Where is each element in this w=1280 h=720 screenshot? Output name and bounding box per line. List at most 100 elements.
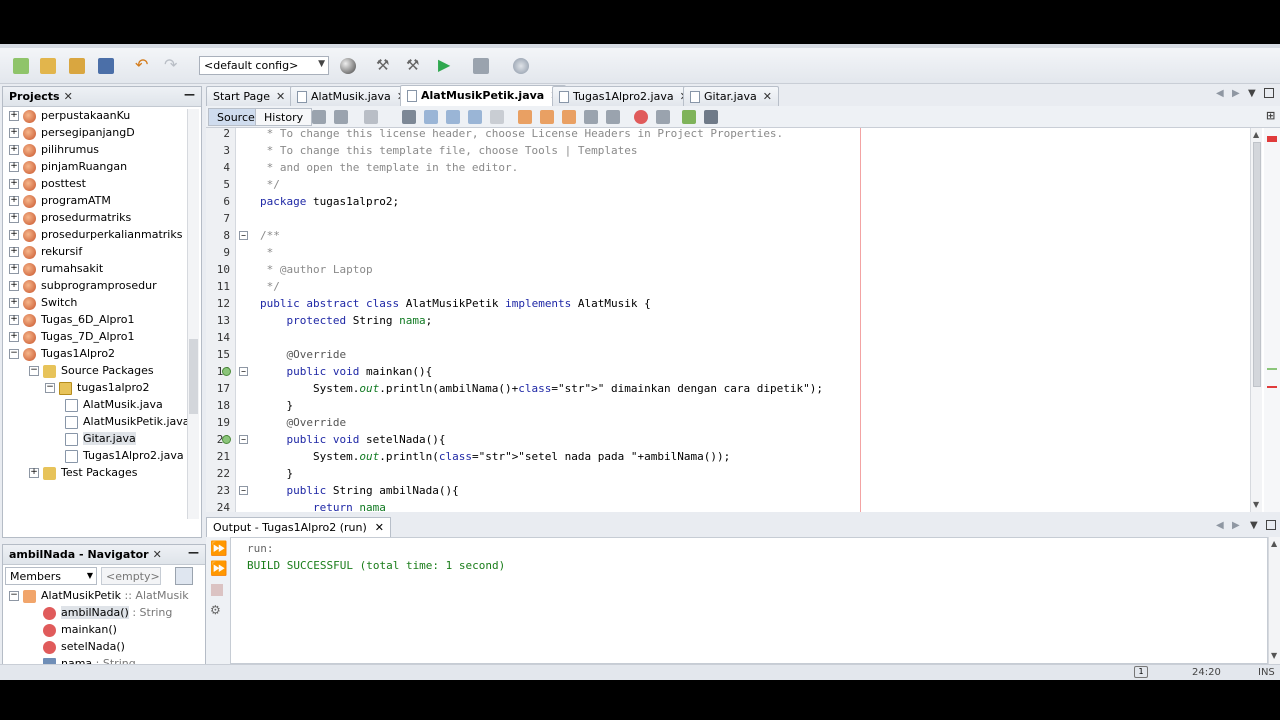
uncomment-icon[interactable] [704,110,718,124]
code-line[interactable]: 24 return nama [206,499,1268,512]
expand-toggle-icon[interactable]: + [9,230,19,240]
project-tree-item[interactable]: + perpustakaanKu [9,107,130,124]
forward-icon[interactable] [334,110,348,124]
expand-toggle-icon[interactable]: + [9,179,19,189]
expand-toggle-icon[interactable]: + [9,298,19,308]
close-icon[interactable]: ✕ [375,521,384,534]
expand-toggle-icon[interactable]: + [9,111,19,121]
code-line[interactable]: 9 * [206,244,1268,261]
code-editor[interactable]: 2 * To change this license header, choos… [206,128,1268,512]
expand-toggle-icon[interactable]: + [9,281,19,291]
code-line[interactable]: 8− /** [206,227,1268,244]
change-marker[interactable] [1267,368,1277,370]
code-line[interactable]: 6 package tugas1alpro2; [206,193,1268,210]
project-tree-item[interactable]: − tugas1alpro2 [45,379,150,396]
error-marker[interactable] [1267,386,1277,388]
history-tab[interactable]: History [255,108,313,126]
project-tree-item[interactable]: AlatMusik.java [65,396,163,413]
editor-vscroll-thumb[interactable] [1253,142,1261,387]
tab-list-icon[interactable]: ▼ [1248,88,1256,99]
record-macro-icon[interactable] [634,110,648,124]
output-scroll-left-icon[interactable]: ◀ [1216,520,1224,531]
tab-alatmusikpetik[interactable]: AlatMusikPetik.java✕ [400,85,567,107]
code-line[interactable]: 5 */ [206,176,1268,193]
code-line[interactable]: 21 System.out.println(class="str">"setel… [206,448,1268,465]
empty-filter-select[interactable]: <empty> [101,567,161,585]
find-previous-icon[interactable] [424,110,438,124]
project-tree-item[interactable]: + persegipanjangD [9,124,135,141]
maximize-icon[interactable] [1264,88,1274,98]
tab-gitar[interactable]: Gitar.java ✕ [683,86,779,106]
code-line[interactable]: 12 public abstract class AlatMusikPetik i… [206,295,1268,312]
last-edit-icon[interactable] [364,110,378,124]
project-tree-item[interactable]: + rekursif [9,243,82,260]
navigator-member-item[interactable]: setelNada() [43,638,125,655]
code-line[interactable]: 17 System.out.println(ambilNama()+class=… [206,380,1268,397]
output-tab[interactable]: Output - Tugas1Alpro2 (run) ✕ [206,517,391,537]
code-line[interactable]: 7 [206,210,1268,227]
expand-toggle-icon[interactable]: + [9,264,19,274]
navigator-member-item[interactable]: mainkan() [43,621,117,638]
navigator-class-item[interactable]: − AlatMusikPetik :: AlatMusik [9,587,189,604]
scroll-down-icon[interactable]: ▼ [1253,500,1259,509]
expand-toggle-icon[interactable]: + [9,128,19,138]
stop-macro-icon[interactable] [656,110,670,124]
tab-alatmusik[interactable]: AlatMusik.java✕ [290,86,414,106]
fold-toggle-icon[interactable]: − [239,435,248,444]
shift-left-icon[interactable] [584,110,598,124]
back-icon[interactable] [312,110,326,124]
expand-toggle-icon[interactable]: + [9,196,19,206]
redo-button[interactable]: ↷ [161,55,183,77]
shift-right-icon[interactable] [606,110,620,124]
code-line[interactable]: 11 */ [206,278,1268,295]
expand-toggle-icon[interactable]: + [29,468,39,478]
run-button[interactable]: ▶ [435,55,457,77]
editor-vscroll[interactable]: ▲ ▼ [1250,128,1262,512]
project-tree-item[interactable]: + prosedurperkalianmatriks [9,226,182,243]
project-tree-item[interactable]: − Tugas1Alpro2 [9,345,115,362]
scroll-down-icon[interactable]: ▼ [1271,651,1277,660]
config-select[interactable]: <default config> ▼ [199,56,329,75]
project-tree-item[interactable]: + pinjamRuangan [9,158,127,175]
rerun-icon[interactable]: ⏩ [210,541,227,557]
close-icon[interactable]: ✕ [64,90,73,103]
stop-icon[interactable] [211,584,223,596]
expand-toggle-icon[interactable]: − [29,366,39,376]
debug-button[interactable] [470,55,492,77]
expand-toggle-icon[interactable]: + [9,145,19,155]
code-line[interactable]: 4 * and open the template in the editor. [206,159,1268,176]
tab-scroll-left-icon[interactable]: ◀ [1216,88,1224,99]
projects-vscroll-thumb[interactable] [189,339,198,414]
project-tree-item[interactable]: + Switch [9,294,77,311]
close-icon[interactable]: ✕ [763,90,772,103]
project-tree-item[interactable]: + posttest [9,175,86,192]
project-tree-item[interactable]: + rumahsakit [9,260,103,277]
expand-toggle-icon[interactable]: − [45,383,55,393]
code-line[interactable]: 10 * @author Laptop [206,261,1268,278]
fold-toggle-icon[interactable]: − [239,231,248,240]
project-tree-item[interactable]: + subprogramprosedur [9,277,157,294]
split-editor-icon[interactable]: ⊞ [1266,109,1275,122]
expand-toggle-icon[interactable]: + [9,247,19,257]
override-marker-icon[interactable] [222,367,231,376]
notifications-icon[interactable]: 1 [1134,666,1148,678]
members-filter-select[interactable]: Members ▼ [5,567,97,585]
new-file-button[interactable] [10,55,32,77]
selection-icon[interactable] [490,110,504,124]
project-tree-item[interactable]: + programATM [9,192,111,209]
code-line[interactable]: 22 } [206,465,1268,482]
minimize-icon[interactable]: — [184,88,195,101]
expand-toggle-icon[interactable]: + [9,315,19,325]
project-tree-item[interactable]: + Tugas_7D_Alpro1 [9,328,135,345]
project-tree-item[interactable]: + pilihrumus [9,141,99,158]
project-tree-item[interactable]: + Tugas_6D_Alpro1 [9,311,135,328]
fold-toggle-icon[interactable]: − [239,367,248,376]
previous-bookmark-icon[interactable] [518,110,532,124]
tab-scroll-right-icon[interactable]: ▶ [1232,88,1240,99]
project-tree-item[interactable]: − Source Packages [29,362,154,379]
toggle-highlight-icon[interactable] [468,110,482,124]
navigator-view-button[interactable] [175,567,193,585]
search-icon[interactable] [402,110,416,124]
toggle-bookmark-icon[interactable] [562,110,576,124]
navigator-member-item[interactable]: ambilNada() : String [43,604,172,621]
